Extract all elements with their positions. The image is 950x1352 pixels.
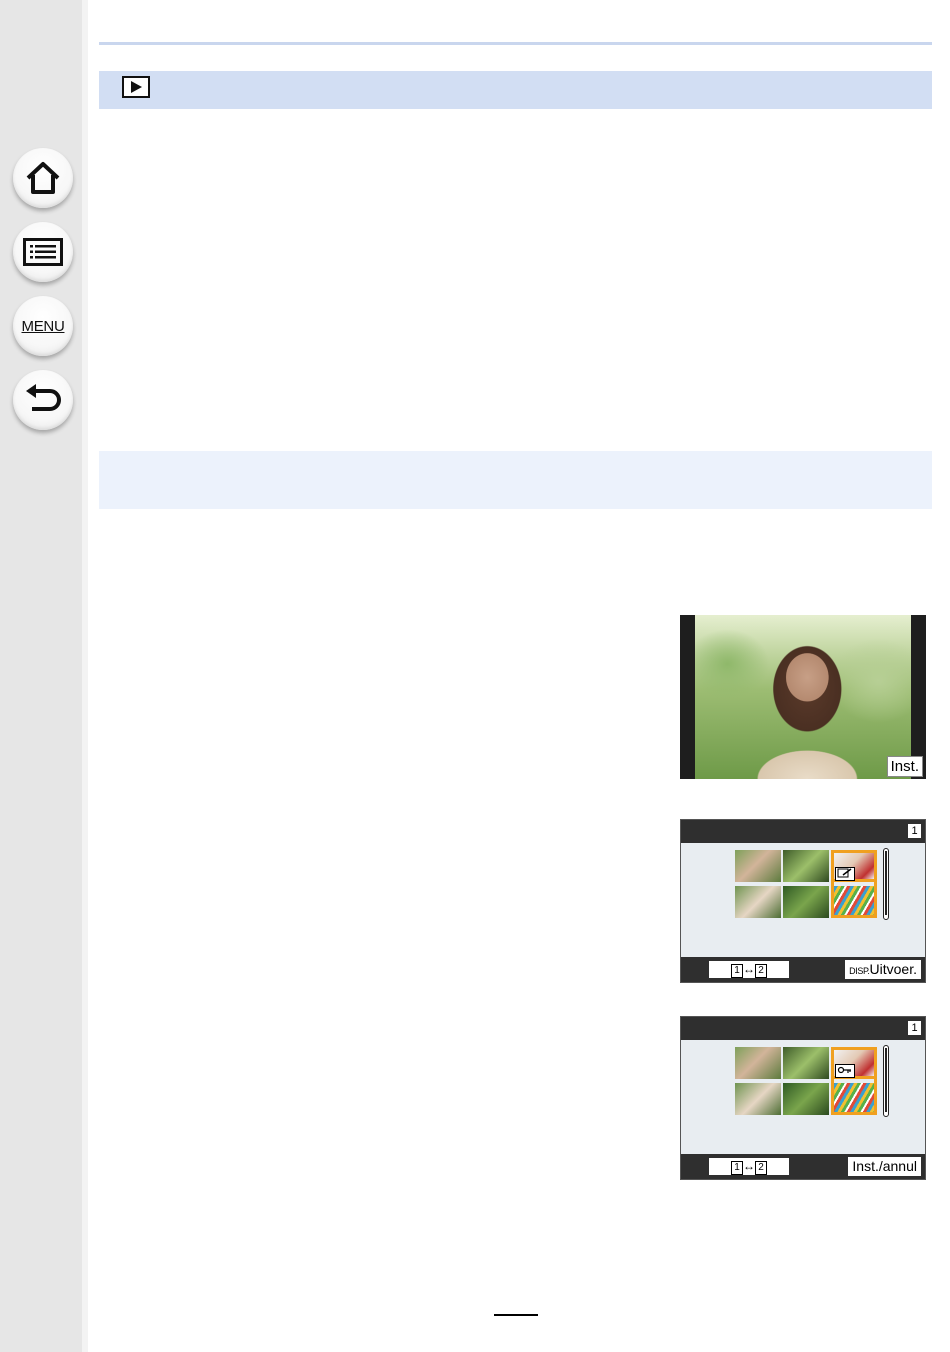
screen-footer: 1 ↔ 2 DISP.Uitvoer.	[681, 957, 925, 982]
scrollbar[interactable]	[883, 1045, 889, 1117]
swap-pages-button[interactable]: 1 ↔ 2	[709, 961, 789, 978]
thumbnail[interactable]	[735, 850, 781, 882]
set-button[interactable]: Inst.	[886, 756, 923, 777]
sidebar-edge	[82, 0, 88, 1352]
contents-list-icon	[23, 238, 63, 266]
top-rule	[99, 42, 932, 45]
screen-header: 1	[681, 1017, 925, 1040]
thumbnail[interactable]	[783, 886, 829, 918]
menu-label: MENU	[21, 317, 65, 335]
page-number-rule	[494, 1314, 538, 1316]
set-cancel-button[interactable]: Inst./annul	[848, 1157, 921, 1176]
home-icon	[26, 162, 60, 194]
playback-icon	[122, 76, 150, 98]
thumbnail[interactable]	[735, 1047, 781, 1079]
screen-header: 1	[681, 820, 925, 843]
thumbnail[interactable]	[735, 886, 781, 918]
home-button[interactable]	[13, 148, 73, 208]
thumbnail[interactable]	[783, 1047, 829, 1079]
execute-label: Uitvoer.	[869, 961, 917, 977]
mode-bar	[99, 71, 932, 109]
back-arrow-icon	[26, 384, 61, 411]
thumbnail[interactable]	[735, 1083, 781, 1115]
page-indicator: 1	[908, 1021, 921, 1035]
screen-footer: 1 ↔ 2 Inst./annul	[681, 1154, 925, 1179]
thumbnail-grid	[735, 850, 881, 918]
back-button[interactable]	[13, 370, 73, 430]
photo-image	[695, 615, 911, 779]
execute-button[interactable]: DISP.Uitvoer.	[845, 960, 921, 979]
swap-pages-button[interactable]: 1 ↔ 2	[709, 1158, 789, 1175]
thumbnail[interactable]	[783, 1083, 829, 1115]
disp-label: DISP.	[849, 966, 870, 976]
thumbnail[interactable]	[783, 850, 829, 882]
contents-button[interactable]	[13, 222, 73, 282]
playback-photo-screen: Inst.	[680, 615, 926, 779]
selection-frame	[831, 850, 877, 918]
page-indicator: 1	[908, 824, 921, 838]
thumbnail-grid	[735, 1047, 881, 1115]
image-select-screen-protect: 1 1 ↔ 2 Inst./annul	[680, 1016, 926, 1180]
selection-frame	[831, 1047, 877, 1115]
image-select-screen-edit: 1 1 ↔ 2 DISP.Uitvoer.	[680, 819, 926, 983]
menu-button[interactable]: MENU	[13, 296, 73, 356]
section-bar	[99, 451, 932, 509]
scrollbar[interactable]	[883, 848, 889, 920]
